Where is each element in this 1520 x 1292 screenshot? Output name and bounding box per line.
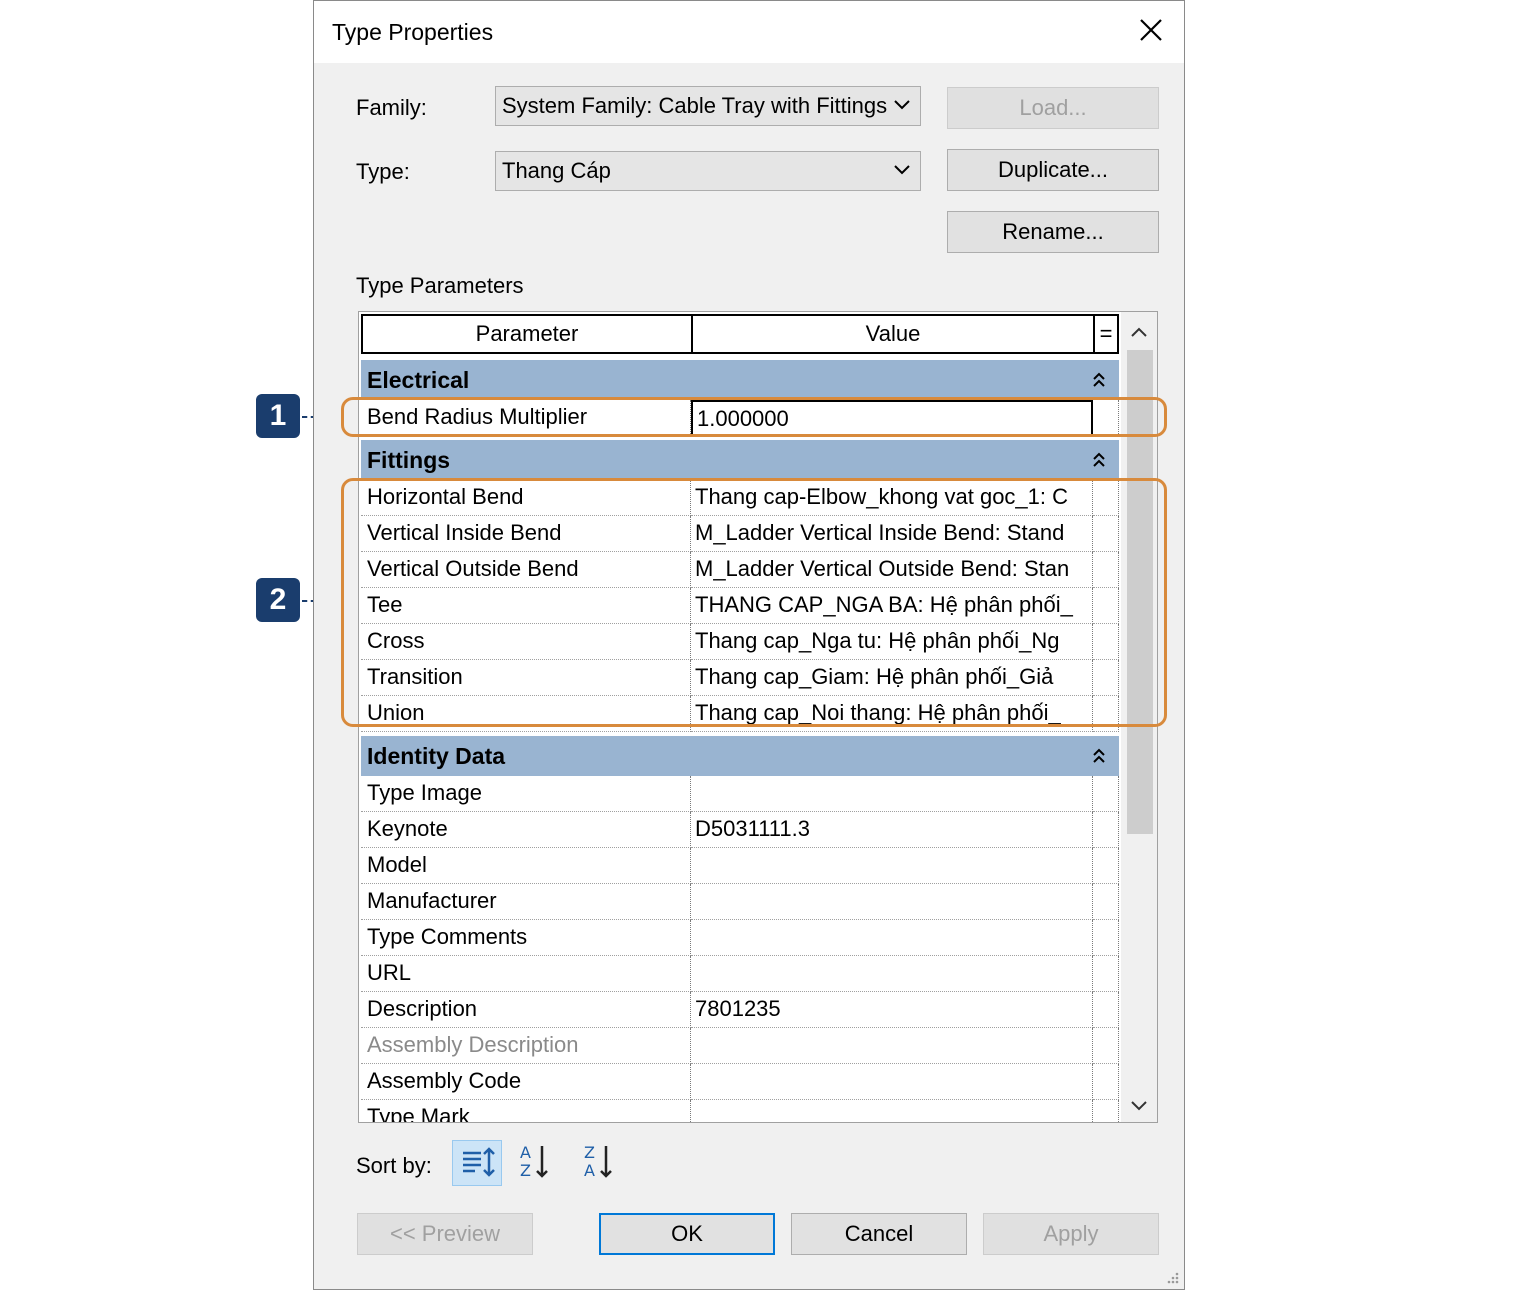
category-label: Electrical bbox=[367, 367, 470, 393]
sort-grouped-button[interactable] bbox=[452, 1140, 502, 1186]
param-name: Description bbox=[361, 992, 691, 1028]
family-dropdown[interactable]: System Family: Cable Tray with Fittings bbox=[495, 86, 921, 126]
type-dropdown[interactable]: Thang Cáp bbox=[495, 151, 921, 191]
resize-grip-icon[interactable] bbox=[1164, 1269, 1180, 1285]
param-row-type-comments[interactable]: Type Comments bbox=[359, 920, 1121, 956]
param-value[interactable] bbox=[691, 920, 1093, 956]
param-row-keynote[interactable]: Keynote D5031111.3 bbox=[359, 812, 1121, 848]
param-value bbox=[691, 1028, 1093, 1064]
param-value[interactable]: D5031111.3 bbox=[691, 812, 1093, 848]
param-row-type-image[interactable]: Type Image bbox=[359, 776, 1121, 812]
callout-marker-2: 2 bbox=[256, 578, 300, 622]
sort-by-label: Sort by: bbox=[356, 1153, 432, 1178]
collapse-icon[interactable] bbox=[1091, 450, 1107, 470]
param-row-manufacturer[interactable]: Manufacturer bbox=[359, 884, 1121, 920]
svg-text:A: A bbox=[584, 1161, 595, 1180]
type-label: Type: bbox=[356, 159, 410, 184]
param-name: Model bbox=[361, 848, 691, 884]
category-electrical[interactable]: Electrical bbox=[361, 360, 1119, 400]
param-row-assembly-description[interactable]: Assembly Description bbox=[359, 1028, 1121, 1064]
param-name: Type Comments bbox=[361, 920, 691, 956]
param-formula-cell[interactable] bbox=[1093, 776, 1119, 812]
apply-button[interactable]: Apply bbox=[983, 1213, 1159, 1255]
param-name: URL bbox=[361, 956, 691, 992]
collapse-icon[interactable] bbox=[1091, 746, 1107, 766]
param-row-description[interactable]: Description 7801235 bbox=[359, 992, 1121, 1028]
highlight-box-1 bbox=[341, 397, 1167, 437]
grid-header: Parameter Value = bbox=[359, 312, 1121, 356]
param-name: Type Mark bbox=[361, 1100, 691, 1122]
param-name: Keynote bbox=[361, 812, 691, 848]
family-value: System Family: Cable Tray with Fittings bbox=[502, 93, 888, 118]
window-title: Type Properties bbox=[332, 19, 494, 45]
preview-button[interactable]: << Preview bbox=[357, 1213, 533, 1255]
value-column-header[interactable]: Value bbox=[691, 314, 1095, 354]
chevron-down-icon bbox=[894, 165, 910, 175]
sort-az-icon: A Z bbox=[520, 1143, 548, 1180]
param-formula-cell[interactable] bbox=[1093, 992, 1119, 1028]
param-row-model[interactable]: Model bbox=[359, 848, 1121, 884]
svg-text:Z: Z bbox=[520, 1161, 531, 1180]
rename-button[interactable]: Rename... bbox=[947, 211, 1159, 253]
svg-text:A: A bbox=[520, 1143, 531, 1162]
param-row-url[interactable]: URL bbox=[359, 956, 1121, 992]
param-value[interactable] bbox=[691, 956, 1093, 992]
close-icon[interactable] bbox=[1136, 15, 1166, 45]
param-value[interactable] bbox=[691, 776, 1093, 812]
param-row-assembly-code[interactable]: Assembly Code bbox=[359, 1064, 1121, 1100]
category-fittings[interactable]: Fittings bbox=[361, 440, 1119, 480]
family-label: Family: bbox=[356, 95, 427, 120]
sort-ascending-button[interactable]: A Z bbox=[512, 1140, 562, 1186]
parameter-column-header[interactable]: Parameter bbox=[361, 314, 693, 354]
param-formula-cell[interactable] bbox=[1093, 920, 1119, 956]
scroll-up-icon[interactable] bbox=[1131, 326, 1147, 338]
sort-descending-button[interactable]: Z A bbox=[576, 1140, 626, 1186]
scroll-down-icon[interactable] bbox=[1131, 1100, 1147, 1112]
callout-marker-1: 1 bbox=[256, 394, 300, 438]
category-label: Fittings bbox=[367, 447, 451, 473]
param-value[interactable]: 7801235 bbox=[691, 992, 1093, 1028]
param-formula-cell[interactable] bbox=[1093, 812, 1119, 848]
chevron-down-icon bbox=[894, 100, 910, 110]
category-identity-data[interactable]: Identity Data bbox=[361, 736, 1119, 776]
title-bar: Type Properties bbox=[314, 1, 1184, 63]
ok-button[interactable]: OK bbox=[599, 1213, 775, 1255]
param-name: Type Image bbox=[361, 776, 691, 812]
grouped-sort-icon bbox=[463, 1147, 495, 1177]
param-row-type-mark[interactable]: Type Mark bbox=[359, 1100, 1121, 1122]
load-button[interactable]: Load... bbox=[947, 87, 1159, 129]
param-formula-cell[interactable] bbox=[1093, 956, 1119, 992]
param-formula-cell bbox=[1093, 1028, 1119, 1064]
svg-text:Z: Z bbox=[584, 1143, 595, 1162]
category-label: Identity Data bbox=[367, 743, 506, 769]
sort-za-icon: Z A bbox=[584, 1143, 612, 1180]
collapse-icon[interactable] bbox=[1091, 370, 1107, 390]
param-formula-cell[interactable] bbox=[1093, 884, 1119, 920]
type-value: Thang Cáp bbox=[502, 158, 611, 183]
param-value[interactable] bbox=[691, 1100, 1093, 1122]
formula-column-header[interactable]: = bbox=[1093, 314, 1119, 354]
param-name: Manufacturer bbox=[361, 884, 691, 920]
param-formula-cell[interactable] bbox=[1093, 1100, 1119, 1122]
param-value[interactable] bbox=[691, 1064, 1093, 1100]
param-value[interactable] bbox=[691, 884, 1093, 920]
highlight-box-2 bbox=[341, 478, 1167, 727]
cancel-button[interactable]: Cancel bbox=[791, 1213, 967, 1255]
duplicate-button[interactable]: Duplicate... bbox=[947, 149, 1159, 191]
param-value[interactable] bbox=[691, 848, 1093, 884]
param-formula-cell[interactable] bbox=[1093, 1064, 1119, 1100]
param-formula-cell[interactable] bbox=[1093, 848, 1119, 884]
param-name: Assembly Code bbox=[361, 1064, 691, 1100]
param-name: Assembly Description bbox=[361, 1028, 691, 1064]
type-parameters-label: Type Parameters bbox=[356, 273, 524, 298]
